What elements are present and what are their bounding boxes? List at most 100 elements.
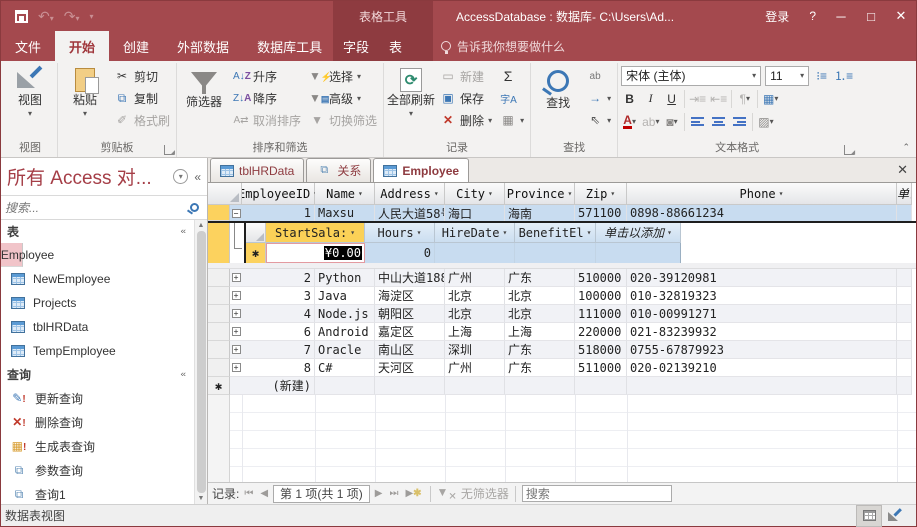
close-tab-icon[interactable]: ✕ <box>897 162 908 178</box>
sub-click-to-add-header[interactable]: 单击以添加▾ <box>596 223 681 243</box>
sort-descending-button[interactable]: Z↓A降序 <box>230 87 304 109</box>
nav-item-update-query[interactable]: ✎!更新查询 <box>1 386 194 410</box>
cell[interactable]: 3 <box>242 287 315 305</box>
cell[interactable] <box>575 377 627 395</box>
select-all-corner[interactable] <box>208 183 242 205</box>
cell[interactable]: Android <box>315 323 375 341</box>
cell[interactable]: 深圳 <box>445 341 505 359</box>
cell[interactable]: 人民大道58号 <box>375 205 445 221</box>
indent-decrease-icon[interactable]: ⇤≡ <box>710 90 727 108</box>
numbering-icon[interactable]: ⒈≡ <box>834 67 853 85</box>
previous-record-icon[interactable]: ◀ <box>258 488 270 499</box>
gridlines-icon[interactable]: ▦▾ <box>762 90 779 108</box>
cell[interactable]: 0898-88661234 <box>627 205 897 221</box>
alternate-row-color-icon[interactable]: ▨▾ <box>757 113 774 131</box>
cell[interactable]: 0755-67879923 <box>627 341 897 359</box>
cell[interactable]: (新建) <box>242 377 315 395</box>
format-painter-button[interactable]: ✐格式刷 <box>111 109 173 131</box>
redo-icon[interactable]: ↷▾ <box>64 8 80 25</box>
section-tables[interactable]: 表« <box>1 220 194 243</box>
cell[interactable]: 010-00991271 <box>627 305 897 323</box>
doc-tab-tblhrdata[interactable]: tblHRData <box>210 158 304 182</box>
replace-button[interactable]: ab <box>584 65 614 87</box>
qat-customize-icon[interactable]: ▾ <box>90 12 94 21</box>
cell[interactable]: 220000 <box>575 323 627 341</box>
indent-increase-icon[interactable]: ⇥≡ <box>689 90 706 108</box>
font-name-select[interactable]: 宋体 (主体)▾ <box>621 66 761 86</box>
cell[interactable] <box>897 269 912 287</box>
filter-dropdown-icon[interactable]: ▾ <box>434 189 439 198</box>
expand-subdatasheet-icon[interactable]: + <box>230 323 242 341</box>
save-record-button[interactable]: ▣保存 <box>437 87 495 109</box>
cell[interactable]: 海南 <box>505 205 575 221</box>
minimize-button[interactable]: ─ <box>826 1 856 31</box>
new-record-selector[interactable]: ✱ <box>208 377 230 395</box>
cell[interactable]: 6 <box>242 323 315 341</box>
cell[interactable]: Maxsu <box>315 205 375 221</box>
new-record-button[interactable]: ▭新建 <box>437 65 495 87</box>
cell[interactable]: 广东 <box>505 359 575 377</box>
underline-button[interactable]: U <box>663 90 680 108</box>
filter-dropdown-icon[interactable]: ▾ <box>587 228 592 237</box>
advanced-filter-button[interactable]: ▼▤高级▾ <box>306 87 380 109</box>
no-filter-button[interactable]: ▼✕无筛选器 <box>437 485 509 502</box>
nav-item-tempemployee[interactable]: TempEmployee <box>1 339 194 363</box>
cell[interactable]: Oracle <box>315 341 375 359</box>
cell[interactable] <box>627 377 897 395</box>
cell[interactable]: 广东 <box>505 341 575 359</box>
sub-column-header[interactable]: StartSala:▾ <box>266 223 365 243</box>
row-selector[interactable] <box>208 205 230 221</box>
cell[interactable]: 510000 <box>575 269 627 287</box>
cell[interactable] <box>375 377 445 395</box>
nav-item-parameter-query[interactable]: ⧉参数查询 <box>1 458 194 482</box>
align-left-icon[interactable] <box>689 113 706 131</box>
cell[interactable]: 7 <box>242 341 315 359</box>
nav-item-newemployee[interactable]: NewEmployee <box>1 267 194 291</box>
filter-dropdown-icon[interactable]: ▾ <box>667 228 672 237</box>
column-header[interactable]: Province▾ <box>505 183 575 205</box>
tell-me-box[interactable]: 告诉我你想要做什么 <box>441 31 565 61</box>
cell[interactable] <box>505 377 575 395</box>
cell[interactable]: 海口 <box>445 205 505 221</box>
row-selector[interactable] <box>208 223 230 263</box>
filter-dropdown-icon[interactable]: ▾ <box>779 189 784 198</box>
section-queries[interactable]: 查询« <box>1 363 194 386</box>
more-button[interactable]: ▦▾ <box>497 109 527 131</box>
cell[interactable]: 南山区 <box>375 341 445 359</box>
cell[interactable]: 北京 <box>505 287 575 305</box>
goto-button[interactable]: →▾ <box>584 87 614 109</box>
filter-dropdown-icon[interactable]: ▾ <box>610 189 615 198</box>
spelling-button[interactable]: 字A <box>497 87 527 109</box>
column-header[interactable]: Zip▾ <box>575 183 627 205</box>
nav-item-delete-query[interactable]: ✕!删除查询 <box>1 410 194 434</box>
row-selector[interactable] <box>208 287 230 305</box>
copy-button[interactable]: ⧉复制 <box>111 87 173 109</box>
cell[interactable]: 广州 <box>445 359 505 377</box>
expand-subdatasheet-icon[interactable]: + <box>230 305 242 323</box>
nav-scrollbar[interactable]: ▲ ▼ <box>194 220 207 504</box>
cell[interactable]: 571100 <box>575 205 627 221</box>
cell[interactable] <box>445 377 505 395</box>
filter-dropdown-icon[interactable]: ▾ <box>502 228 507 237</box>
selection-button[interactable]: ▼⚡选择▾ <box>306 65 380 87</box>
tab-file[interactable]: 文件 <box>1 31 55 61</box>
toggle-filter-button[interactable]: ▼切换筛选 <box>306 109 380 131</box>
cut-button[interactable]: ✂剪切 <box>111 65 173 87</box>
align-right-icon[interactable] <box>731 113 748 131</box>
text-direction-icon[interactable]: ¶▾ <box>736 90 753 108</box>
column-header[interactable]: Phone▾ <box>627 183 897 205</box>
cell[interactable] <box>315 377 375 395</box>
filter-dropdown-icon[interactable]: ▾ <box>350 228 355 237</box>
refresh-all-button[interactable]: ⟳ 全部刷新 ▾ <box>387 65 435 118</box>
cell[interactable]: 020-02139210 <box>627 359 897 377</box>
tab-create[interactable]: 创建 <box>109 31 163 61</box>
sort-ascending-button[interactable]: A↓Z升序 <box>230 65 304 87</box>
datasheet-view-button[interactable] <box>856 505 882 527</box>
record-search-input[interactable] <box>522 485 672 502</box>
search-icon[interactable] <box>190 203 199 212</box>
cell[interactable]: 嘉定区 <box>375 323 445 341</box>
scrollbar-thumb[interactable] <box>197 231 206 493</box>
collapse-subdatasheet-icon[interactable]: − <box>230 205 242 221</box>
cell[interactable]: 北京 <box>445 287 505 305</box>
undo-icon[interactable]: ↶▾ <box>38 8 54 25</box>
